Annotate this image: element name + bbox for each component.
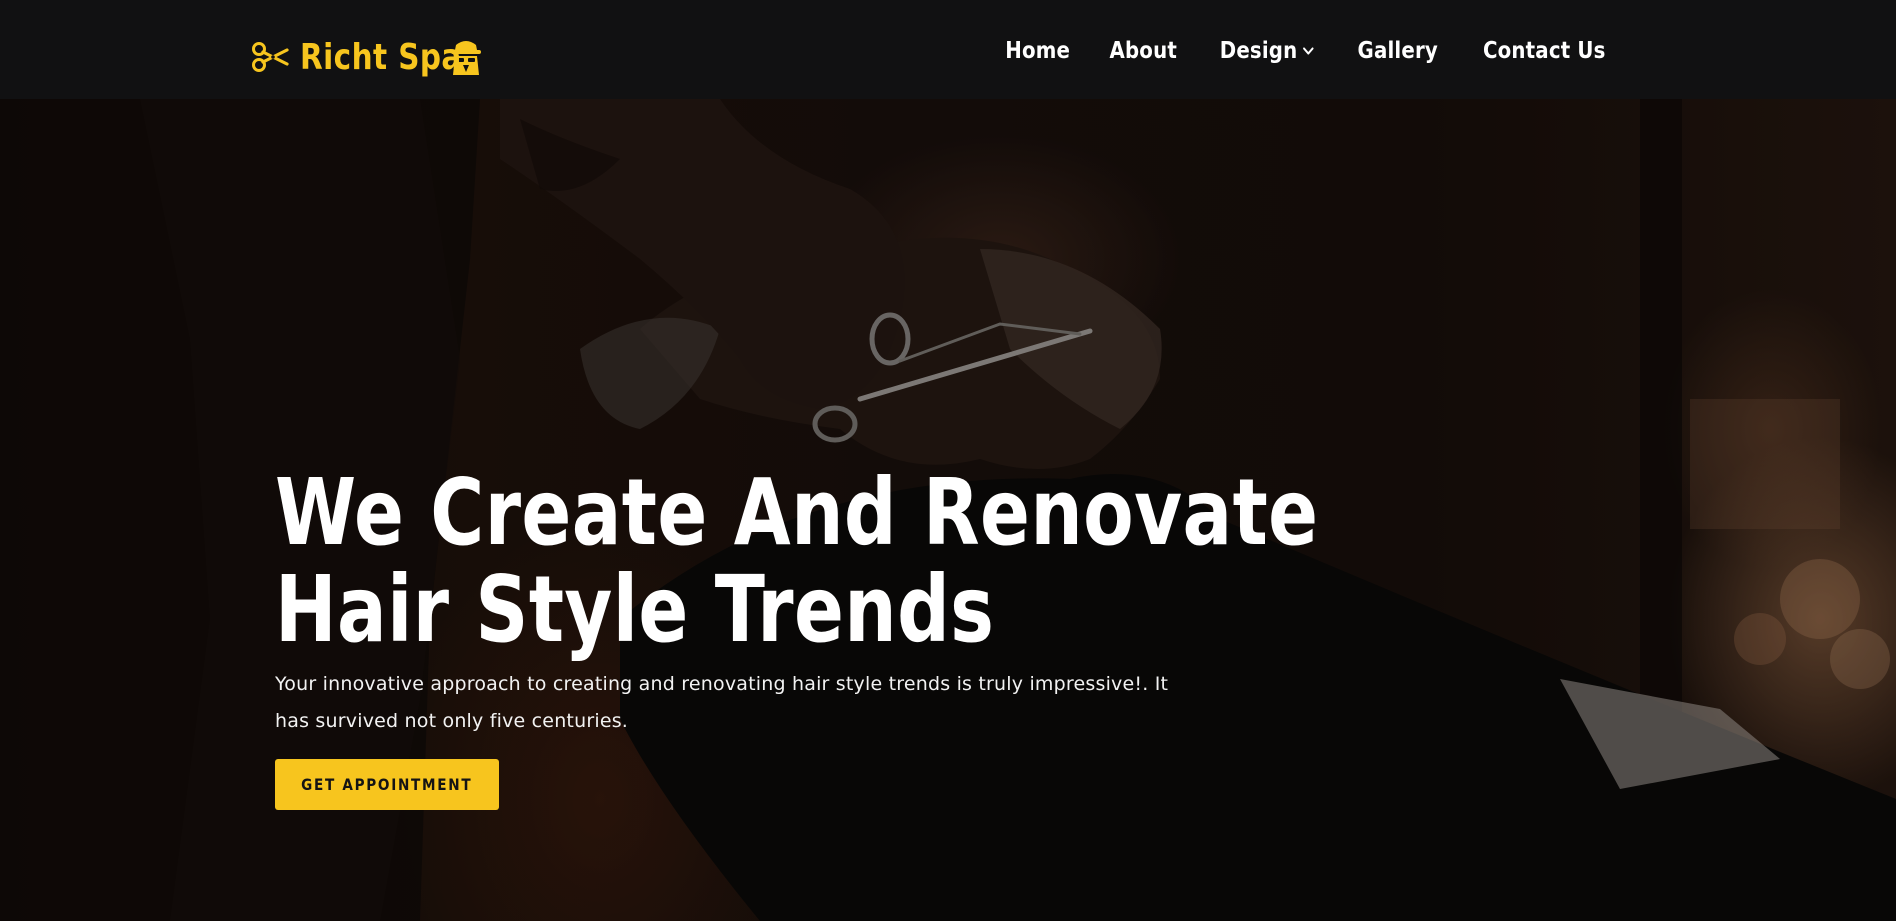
chevron-down-icon bbox=[1302, 44, 1314, 58]
get-appointment-button[interactable]: GET APPOINTMENT bbox=[275, 759, 499, 810]
site-header: Richt Spa Home About Design Gallery Cont… bbox=[0, 0, 1896, 99]
hero-description: Your innovative approach to creating and… bbox=[275, 673, 1169, 732]
nav-design-label: Design bbox=[1219, 38, 1297, 64]
nav-gallery-label: Gallery bbox=[1357, 38, 1438, 64]
nav-home[interactable]: Home bbox=[1005, 38, 1070, 64]
brand-logo[interactable]: Richt Spa bbox=[250, 32, 484, 82]
hero-section: We Create And Renovate Hair Style Trends… bbox=[0, 99, 1896, 921]
nav-contact-us-label: Contact Us bbox=[1483, 38, 1607, 64]
nav-home-label: Home bbox=[1005, 38, 1070, 64]
brand-name: Richt Spa bbox=[300, 36, 462, 78]
get-appointment-label: GET APPOINTMENT bbox=[301, 775, 473, 794]
nav-design[interactable]: Design bbox=[1219, 38, 1314, 64]
hero-content: We Create And Renovate Hair Style Trends… bbox=[275, 459, 1319, 810]
nav-about-label: About bbox=[1109, 38, 1178, 64]
scissors-icon bbox=[250, 37, 290, 77]
hero-title-line-1: We Create And Renovate bbox=[275, 459, 1319, 566]
nav-gallery[interactable]: Gallery bbox=[1357, 38, 1437, 64]
nav-contact-us[interactable]: Contact Us bbox=[1483, 38, 1606, 64]
hero-title-line-2: Hair Style Trends bbox=[275, 556, 995, 663]
main-nav: Home About Design Gallery Contact Us bbox=[1000, 34, 1616, 68]
hero-title: We Create And Renovate Hair Style Trends bbox=[275, 459, 1319, 663]
nav-about[interactable]: About bbox=[1110, 38, 1177, 64]
